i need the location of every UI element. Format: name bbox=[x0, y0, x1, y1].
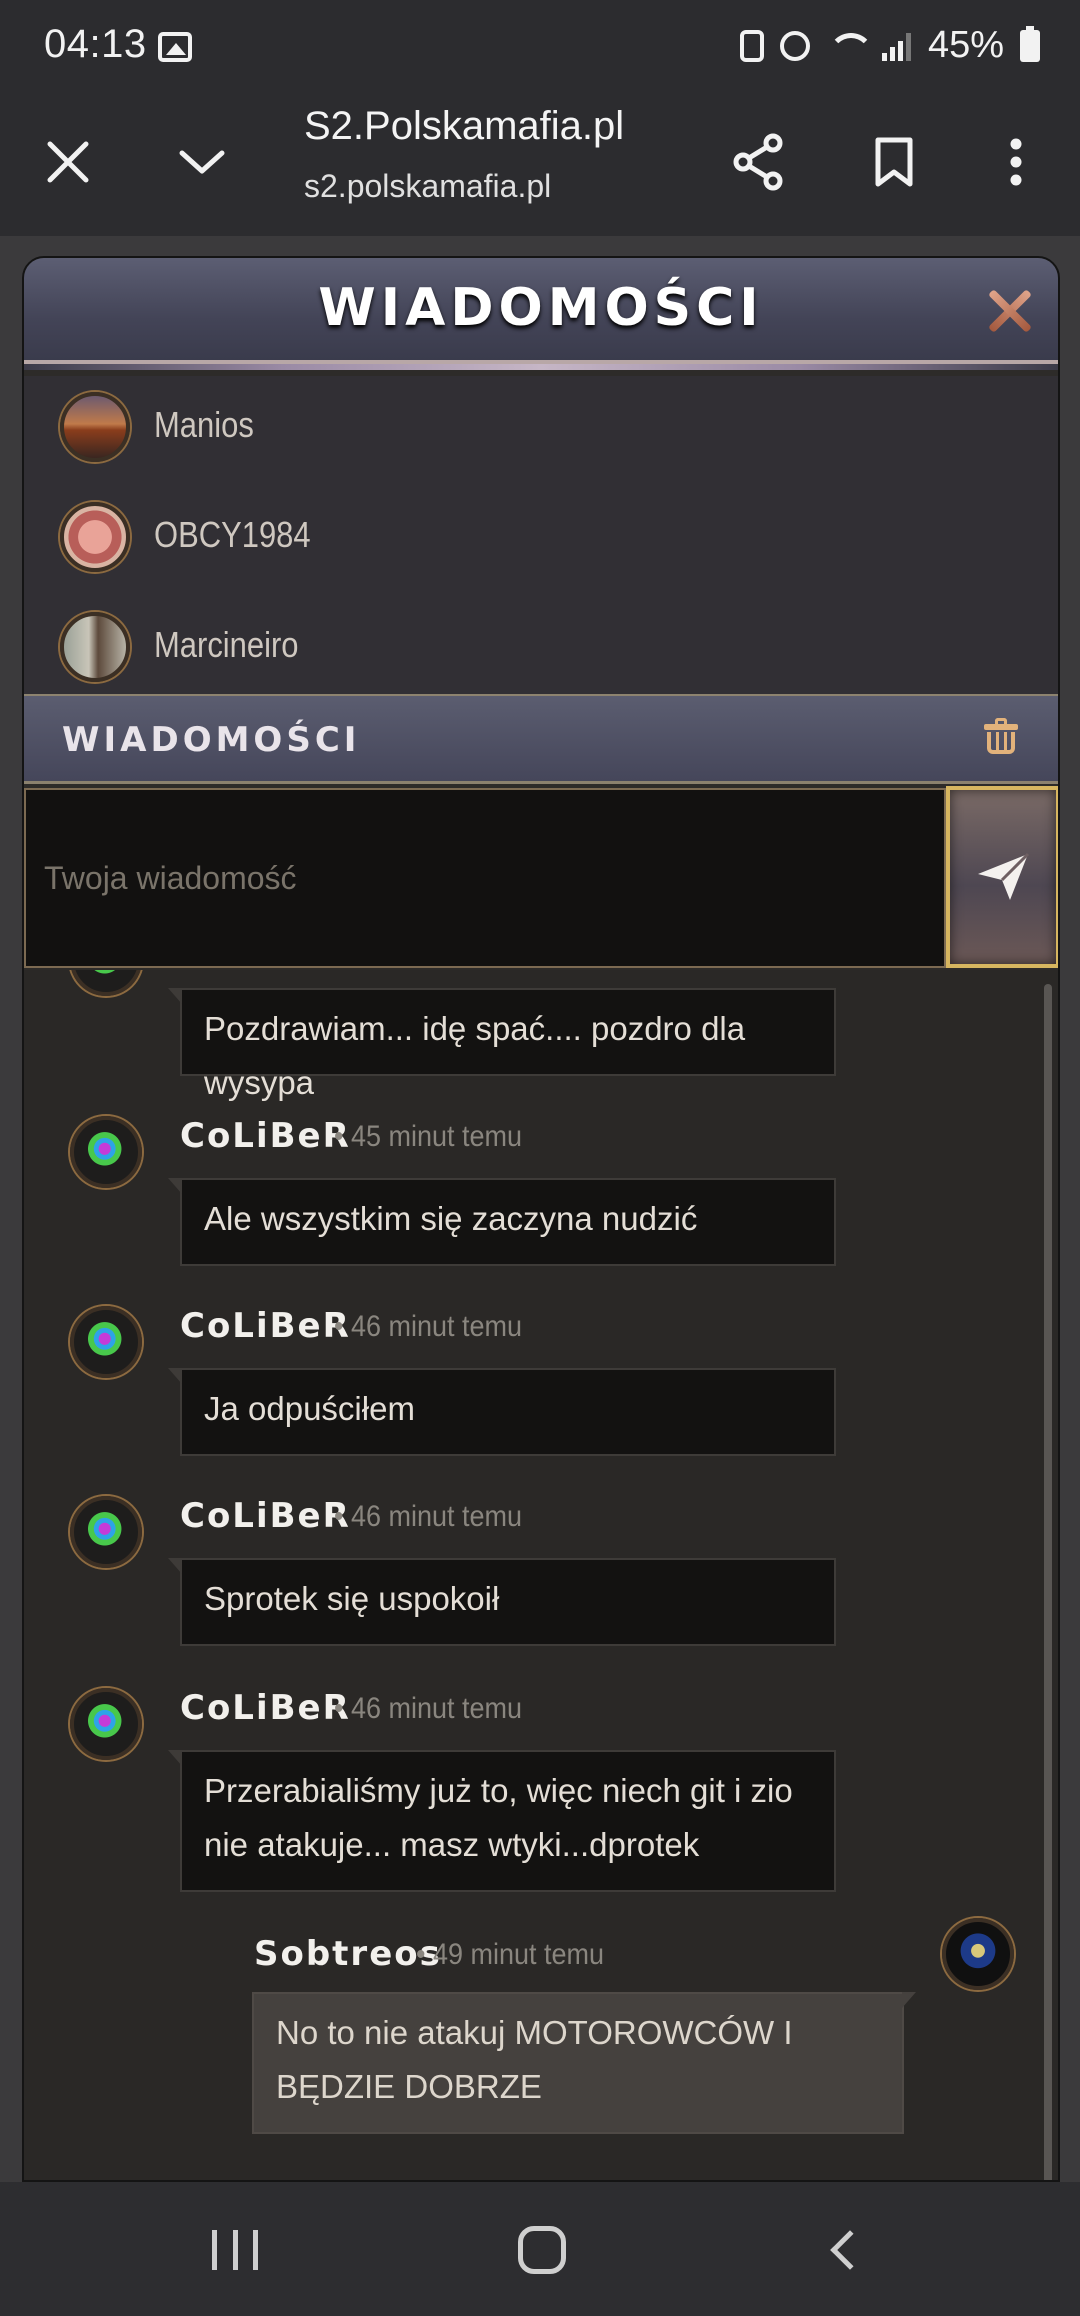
status-time: 04:13 bbox=[44, 22, 147, 66]
message-time: • 46 minut temu bbox=[334, 1310, 523, 1343]
message-bubble: Sprotek się uspokoił bbox=[168, 1558, 836, 1646]
modal-header: WIADOMOŚCI bbox=[24, 258, 1058, 370]
home-icon[interactable] bbox=[518, 2226, 566, 2274]
messages-section-header: WIADOMOŚCI bbox=[24, 694, 1058, 784]
page-url[interactable]: s2.polskamafia.pl bbox=[304, 168, 551, 205]
contact-item-marcineiro[interactable]: Marcineiro bbox=[24, 596, 1058, 706]
contact-list: Manios OBCY1984 Marcineiro bbox=[24, 376, 1058, 700]
message-text: Ale wszystkim się zaczyna nudzić bbox=[204, 1200, 698, 1237]
share-icon bbox=[733, 133, 783, 191]
battery-percent: 45% bbox=[927, 24, 1004, 66]
message-time: • 49 minut temu bbox=[416, 1938, 605, 1971]
section-title: WIADOMOŚCI bbox=[62, 720, 361, 760]
message-bubble: Pozdrawiam... idę spać.... pozdro dla wy… bbox=[168, 988, 836, 1101]
message-text: Sprotek się uspokoił bbox=[204, 1580, 500, 1617]
modal-close-icon[interactable] bbox=[986, 288, 1032, 334]
alarm-icon bbox=[779, 30, 810, 61]
page-title[interactable]: S2.Polskamafia.pl bbox=[304, 104, 624, 149]
message-text: Ja odpuściłem bbox=[204, 1390, 415, 1427]
more-options-button[interactable] bbox=[976, 122, 1056, 202]
chat-thread: Pozdrawiam... idę spać.... pozdro dla wy… bbox=[24, 970, 1058, 2180]
message-time: • 46 minut temu bbox=[334, 1500, 523, 1533]
chevron-down-icon bbox=[179, 150, 225, 174]
status-bar: 04:13 45% bbox=[0, 0, 1080, 92]
message-author[interactable]: CoLiBeR bbox=[180, 1116, 351, 1156]
message-bubble: Ja odpuściłem bbox=[168, 1368, 836, 1456]
contact-item-obcy1984[interactable]: OBCY1984 bbox=[24, 486, 1058, 596]
message-author[interactable]: CoLiBeR bbox=[180, 1496, 351, 1536]
message-bubble: Przerabialiśmy już to, więc niech git i … bbox=[168, 1750, 836, 1892]
messages-modal: WIADOMOŚCI Manios OBCY1984 Marcineiro WI… bbox=[22, 256, 1060, 2182]
contact-avatar bbox=[60, 502, 130, 572]
message-author[interactable]: Sobtreos bbox=[254, 1934, 442, 1974]
close-tab-button[interactable] bbox=[28, 122, 108, 202]
wifi-icon bbox=[826, 31, 874, 61]
author-avatar[interactable] bbox=[70, 970, 142, 996]
system-nav-bar bbox=[0, 2182, 1080, 2316]
nfc-icon bbox=[739, 29, 764, 62]
contact-item-manios[interactable]: Manios bbox=[24, 376, 1058, 486]
back-icon[interactable] bbox=[830, 2230, 870, 2270]
more-vert-icon bbox=[1010, 138, 1022, 186]
signal-icon bbox=[881, 31, 912, 61]
recents-icon[interactable] bbox=[212, 2230, 258, 2270]
author-avatar[interactable] bbox=[942, 1918, 1014, 1990]
message-time: • 46 minut temu bbox=[334, 1692, 523, 1725]
author-avatar[interactable] bbox=[70, 1116, 142, 1188]
gallery-icon bbox=[158, 32, 192, 62]
message-text: Pozdrawiam... idę spać.... pozdro dla wy… bbox=[204, 1010, 746, 1101]
share-button[interactable] bbox=[718, 122, 798, 202]
scrollbar[interactable] bbox=[1044, 984, 1052, 2180]
message-time: • 45 minut temu bbox=[334, 1120, 523, 1153]
bookmark-icon bbox=[875, 137, 913, 187]
contact-avatar bbox=[60, 392, 130, 462]
author-avatar[interactable] bbox=[70, 1496, 142, 1568]
modal-title: WIADOMOŚCI bbox=[318, 278, 764, 338]
close-icon bbox=[47, 141, 89, 183]
status-icons: 45% bbox=[739, 24, 1040, 67]
contact-name: Manios bbox=[154, 404, 254, 445]
message-composer bbox=[24, 786, 1058, 968]
send-button[interactable] bbox=[946, 786, 1058, 968]
message-author[interactable]: CoLiBeR bbox=[180, 1306, 351, 1346]
browser-toolbar: S2.Polskamafia.pl s2.polskamafia.pl bbox=[0, 92, 1080, 236]
message-bubble: Ale wszystkim się zaczyna nudzić bbox=[168, 1178, 836, 1266]
bookmark-button[interactable] bbox=[854, 122, 934, 202]
contact-name: Marcineiro bbox=[154, 624, 299, 665]
contact-avatar bbox=[60, 612, 130, 682]
send-icon bbox=[978, 852, 1030, 900]
message-text: Przerabialiśmy już to, więc niech git i … bbox=[204, 1772, 793, 1863]
message-input[interactable] bbox=[24, 788, 946, 968]
author-avatar[interactable] bbox=[70, 1306, 142, 1378]
message-bubble: No to nie atakuj MOTOROWCÓW I BĘDZIE DOB… bbox=[252, 1992, 916, 2134]
message-author[interactable]: CoLiBeR bbox=[180, 1688, 351, 1728]
message-text: No to nie atakuj MOTOROWCÓW I BĘDZIE DOB… bbox=[276, 2014, 793, 2105]
author-avatar[interactable] bbox=[70, 1688, 142, 1760]
web-page: WIADOMOŚCI Manios OBCY1984 Marcineiro WI… bbox=[0, 236, 1080, 2182]
contact-name: OBCY1984 bbox=[154, 514, 311, 555]
minimize-button[interactable] bbox=[162, 122, 242, 202]
battery-icon bbox=[1020, 25, 1040, 62]
trash-icon[interactable] bbox=[984, 718, 1018, 756]
